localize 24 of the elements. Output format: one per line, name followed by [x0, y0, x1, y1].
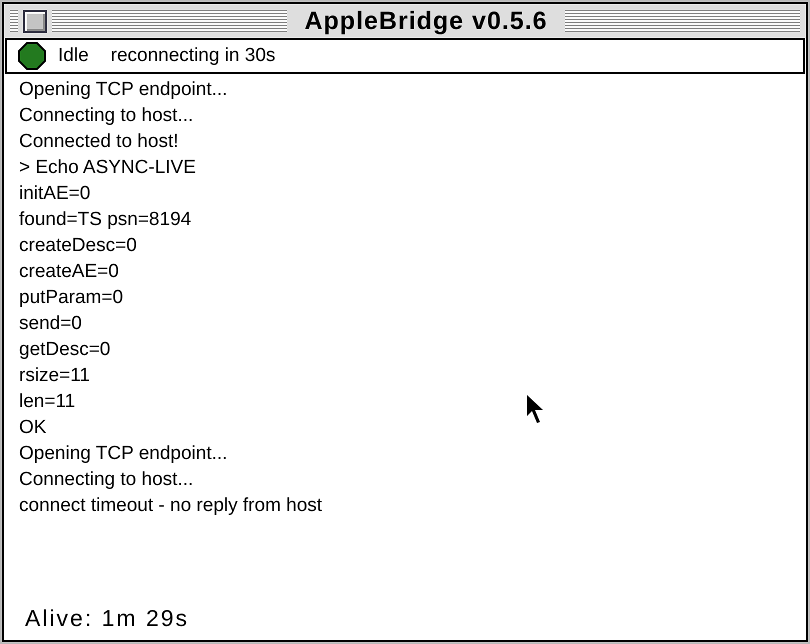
log-line: getDesc=0	[19, 338, 110, 362]
log-line: createAE=0	[19, 260, 119, 284]
window-title: AppleBridge v0.5.6	[303, 6, 549, 36]
log-line: connect timeout - no reply from host	[19, 494, 322, 518]
log-line: createDesc=0	[19, 234, 137, 258]
log-line: Connected to host!	[19, 130, 178, 154]
log-line: Connecting to host...	[19, 468, 194, 492]
status-state: Idle	[58, 44, 89, 68]
log-line: send=0	[19, 312, 82, 336]
log-line: rsize=11	[19, 364, 90, 388]
log-line: Connecting to host...	[19, 104, 194, 128]
log-line: OK	[19, 416, 46, 440]
status-message: reconnecting in 30s	[110, 44, 276, 68]
pointer-cursor-icon	[527, 395, 543, 424]
log-line: initAE=0	[19, 182, 90, 206]
log-line: found=TS psn=8194	[19, 208, 192, 232]
log-line: Opening TCP endpoint...	[19, 78, 228, 102]
log-line: putParam=0	[19, 286, 124, 310]
log-line: > Echo ASYNC-LIVE	[19, 156, 196, 180]
title-bar-stripes	[10, 10, 18, 32]
close-box-button[interactable]	[23, 10, 47, 32]
log-line: len=11	[19, 390, 76, 414]
uptime-label: Alive: 1m 29s	[25, 605, 190, 631]
log-line: Opening TCP endpoint...	[19, 442, 228, 466]
